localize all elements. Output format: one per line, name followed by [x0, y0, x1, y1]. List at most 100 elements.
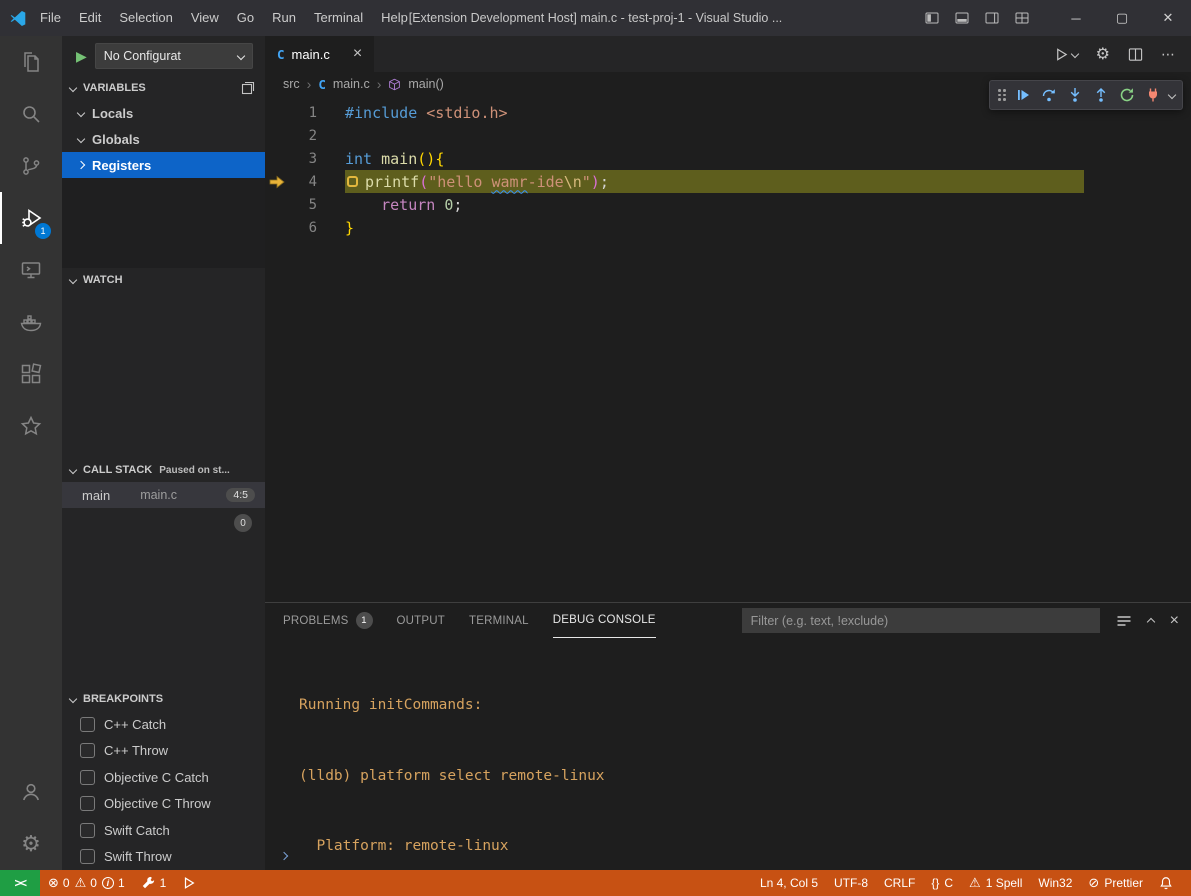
activity-run-debug[interactable]: 1 — [0, 192, 62, 244]
tab-main-c[interactable]: C main.c × — [265, 36, 374, 72]
customize-layout-icon[interactable] — [1015, 11, 1029, 25]
toggle-panel-icon[interactable] — [955, 11, 969, 25]
chevron-down-icon — [69, 466, 77, 474]
problems-status[interactable]: ⊗0 ⚠0 i1 — [40, 870, 133, 896]
activity-docker[interactable] — [0, 296, 62, 348]
code-line[interactable]: 6 } — [265, 216, 1191, 239]
breakpoints-section-header[interactable]: BREAKPOINTS — [62, 687, 265, 711]
code-line[interactable]: 3 int main(){ — [265, 147, 1191, 170]
tools-status[interactable]: 1 — [133, 870, 175, 896]
console-filter-input[interactable] — [742, 608, 1100, 633]
checkbox[interactable] — [80, 823, 95, 838]
continue-button[interactable] — [1010, 82, 1036, 108]
call-stack-frame[interactable]: main main.c 4:5 — [62, 482, 265, 508]
menu-edit[interactable]: Edit — [70, 0, 110, 36]
breakpoint-cpp-catch[interactable]: C++ Catch — [62, 711, 265, 738]
line-number: 2 — [289, 128, 317, 144]
breakpoint-cpp-throw[interactable]: C++ Throw — [62, 738, 265, 765]
breakpoint-objc-throw[interactable]: Objective C Throw — [62, 791, 265, 818]
close-button[interactable]: ✕ — [1145, 0, 1191, 36]
editor-area: C main.c × ⚙ ⋯ src › C main.c › main() — [265, 36, 1191, 870]
tab-problems[interactable]: PROBLEMS 1 — [283, 603, 373, 638]
variables-scope-locals[interactable]: Locals — [62, 100, 265, 126]
maximize-button[interactable]: ▢ — [1099, 0, 1145, 36]
tab-terminal[interactable]: TERMINAL — [469, 603, 529, 638]
problems-count-badge: 1 — [356, 612, 373, 629]
split-editor-icon[interactable] — [1128, 47, 1143, 62]
drag-handle-icon[interactable] — [998, 89, 1006, 101]
activity-search[interactable] — [0, 88, 62, 140]
console-input-row[interactable] — [281, 847, 287, 862]
menu-terminal[interactable]: Terminal — [305, 0, 372, 36]
menu-go[interactable]: Go — [228, 0, 263, 36]
settings-button[interactable]: ⚙ — [0, 818, 62, 870]
checkbox[interactable] — [80, 796, 95, 811]
close-panel-icon[interactable]: × — [1170, 612, 1179, 630]
activity-extensions[interactable] — [0, 348, 62, 400]
breakpoint-swift-throw[interactable]: Swift Throw — [62, 844, 265, 871]
console-prompt-chevron-icon — [280, 852, 288, 860]
inline-breakpoint-marker[interactable] — [347, 176, 358, 187]
code-line-current[interactable]: 4 printf("hello wamr-ide\n"); — [265, 170, 1191, 193]
variables-section-header[interactable]: VARIABLES — [62, 76, 265, 100]
activity-favorites[interactable] — [0, 400, 62, 452]
variables-scope-registers[interactable]: Registers — [62, 152, 265, 178]
code-editor[interactable]: 1 #include <stdio.h> 2 3 int main(){ 4 p… — [265, 96, 1191, 602]
tab-bar: C main.c × ⚙ ⋯ — [265, 36, 1191, 72]
step-over-button[interactable] — [1036, 82, 1062, 108]
watch-section-header[interactable]: WATCH — [62, 268, 265, 292]
breadcrumb-symbol[interactable]: main() — [408, 77, 443, 91]
call-stack-body — [62, 538, 265, 687]
minimize-button[interactable]: ─ — [1053, 0, 1099, 36]
breadcrumb-file[interactable]: main.c — [333, 77, 370, 91]
titlebar: File Edit Selection View Go Run Terminal… — [0, 0, 1191, 36]
toggle-sidebar-icon[interactable] — [925, 11, 939, 25]
activity-source-control[interactable] — [0, 140, 62, 192]
checkbox[interactable] — [80, 770, 95, 785]
call-stack-section-header[interactable]: CALL STACK Paused on st... — [62, 458, 265, 482]
disconnect-button[interactable] — [1140, 82, 1166, 108]
current-statement-arrow-icon[interactable] — [265, 175, 289, 189]
stop-options-chevron-icon[interactable] — [1166, 92, 1178, 98]
breakpoint-swift-catch[interactable]: Swift Catch — [62, 817, 265, 844]
run-or-debug-button[interactable] — [1054, 47, 1078, 62]
menu-file[interactable]: File — [31, 0, 70, 36]
debug-config-select[interactable]: No Configurat — [95, 43, 253, 69]
debug-settings-gear-icon[interactable]: ⚙ — [1096, 44, 1110, 64]
step-out-button[interactable] — [1088, 82, 1114, 108]
debug-status[interactable] — [174, 870, 204, 896]
breadcrumb-folder[interactable]: src — [283, 77, 300, 91]
more-actions-icon[interactable]: ⋯ — [1161, 46, 1175, 63]
info-icon: i — [102, 877, 114, 889]
open-panel-icon[interactable] — [241, 81, 255, 95]
c-file-icon: C — [318, 77, 326, 92]
remote-indicator[interactable]: >< — [0, 870, 40, 896]
start-debug-icon[interactable]: ▶ — [76, 48, 87, 65]
breakpoint-objc-catch[interactable]: Objective C Catch — [62, 764, 265, 791]
menu-run[interactable]: Run — [263, 0, 305, 36]
remote-explorer-icon — [19, 258, 43, 282]
toggle-secondary-sidebar-icon[interactable] — [985, 11, 999, 25]
chevron-down-icon — [1070, 50, 1078, 58]
checkbox[interactable] — [80, 743, 95, 758]
menu-view[interactable]: View — [182, 0, 228, 36]
menu-selection[interactable]: Selection — [110, 0, 181, 36]
breadcrumb-separator: › — [307, 76, 312, 92]
remote-icon: >< — [14, 876, 25, 890]
account-button[interactable] — [0, 766, 62, 818]
close-tab-icon[interactable]: × — [353, 46, 362, 62]
restart-button[interactable] — [1114, 82, 1140, 108]
maximize-panel-icon[interactable] — [1148, 613, 1154, 628]
activity-remote-explorer[interactable] — [0, 244, 62, 296]
activity-explorer[interactable] — [0, 36, 62, 88]
checkbox[interactable] — [80, 849, 95, 864]
tab-debug-console[interactable]: DEBUG CONSOLE — [553, 603, 656, 638]
code-line[interactable]: 2 — [265, 124, 1191, 147]
variables-scope-globals[interactable]: Globals — [62, 126, 265, 152]
checkbox[interactable] — [80, 717, 95, 732]
filter-lines-icon[interactable] — [1116, 613, 1132, 629]
debug-console-output: Running initCommands: (lldb) platform se… — [265, 638, 1191, 896]
step-into-button[interactable] — [1062, 82, 1088, 108]
tab-output[interactable]: OUTPUT — [397, 603, 445, 638]
code-line[interactable]: 5 return 0; — [265, 193, 1191, 216]
